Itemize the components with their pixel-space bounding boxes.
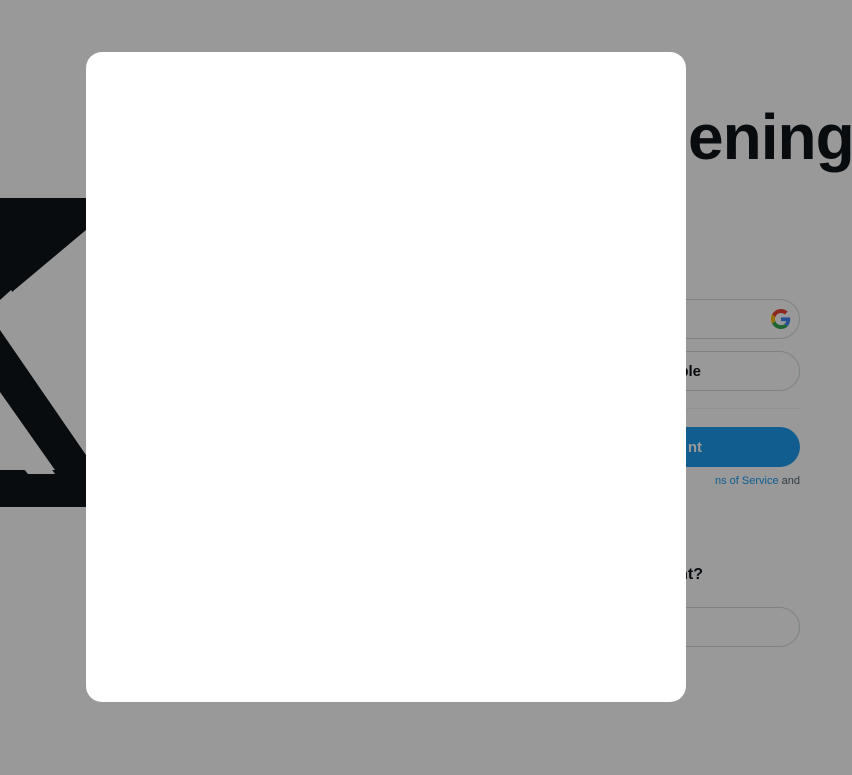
page: ening Apple nt ns of Service and nt? — [0, 0, 852, 775]
modal-dialog[interactable] — [86, 52, 686, 702]
